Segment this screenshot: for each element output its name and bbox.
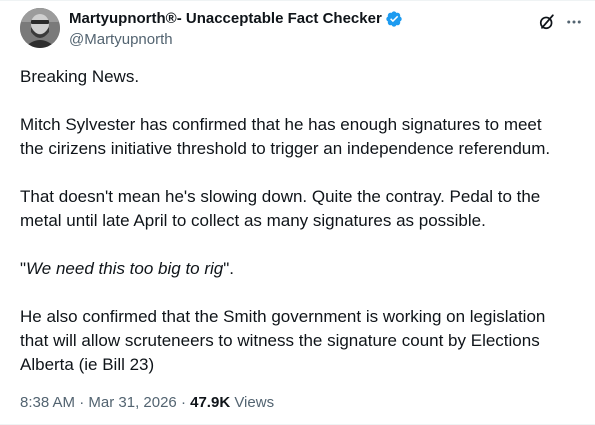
tweet-line: Mitch Sylvester has confirmed that he ha…	[20, 115, 542, 134]
tweet-meta: 8:38 AM · Mar 31, 2026 · 47.9K Views	[20, 393, 274, 413]
grok-button[interactable]	[537, 12, 557, 32]
tweet-line: Alberta (ie Bill 23)	[20, 355, 155, 374]
tweet-date[interactable]: Mar 31, 2026	[88, 394, 176, 411]
tweet-paragraph: Mitch Sylvester has confirmed that he ha…	[20, 113, 580, 161]
quoted-text: We need this too big to rig	[26, 259, 224, 278]
tweet-quote-paragraph: "We need this too big to rig".	[20, 257, 580, 281]
views-count: 47.9K	[190, 394, 231, 411]
grok-icon	[539, 14, 554, 30]
tweet-paragraph: That doesn't mean he's slowing down. Qui…	[20, 185, 580, 233]
tweet-paragraph: Breaking News.	[20, 67, 140, 86]
tweet-line: that will allow scruteneers to witness t…	[20, 331, 540, 350]
more-horizontal-icon	[567, 20, 581, 24]
more-options-button[interactable]	[565, 12, 583, 32]
author-handle[interactable]: @Martyupnorth	[69, 31, 173, 49]
verified-badge-icon	[385, 10, 403, 28]
avatar-image	[20, 8, 60, 48]
author-display-name[interactable]: Martyupnorth®- Unacceptable Fact Checker	[69, 10, 382, 28]
avatar[interactable]	[20, 8, 60, 48]
quote-close: ".	[223, 259, 235, 278]
tweet-line: metal until late April to collect as man…	[20, 211, 486, 230]
tweet-time[interactable]: 8:38 AM	[20, 394, 75, 411]
meta-separator: ·	[75, 394, 89, 411]
tweet-line: He also confirmed that the Smith governm…	[20, 307, 546, 326]
views-label: Views	[230, 394, 275, 411]
meta-separator: ·	[176, 394, 191, 411]
tweet-text: Breaking News. Mitch Sylvester has confi…	[20, 65, 580, 377]
tweet-line: the cirizens initiative threshold to tri…	[20, 139, 551, 158]
author-row: Martyupnorth®- Unacceptable Fact Checker	[69, 10, 403, 28]
tweet-card: Martyupnorth®- Unacceptable Fact Checker…	[0, 0, 595, 425]
tweet-line: That doesn't mean he's slowing down. Qui…	[20, 187, 541, 206]
tweet-paragraph: He also confirmed that the Smith governm…	[20, 305, 580, 377]
